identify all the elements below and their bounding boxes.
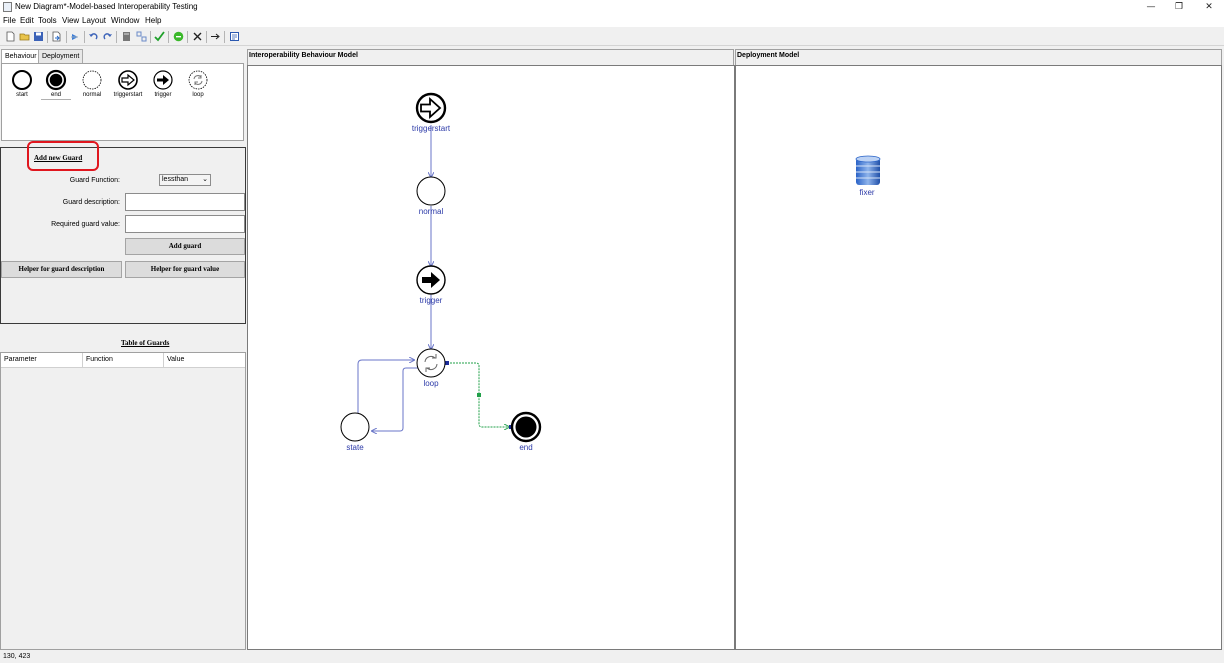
table-of-guards-title: Table of Guards <box>121 339 170 347</box>
add-guard-button[interactable]: Add guard <box>125 238 245 255</box>
guards-table[interactable]: Parameter Function Value <box>0 352 246 650</box>
toolbar <box>0 28 1224 46</box>
edge-loop-state[interactable] <box>372 367 418 431</box>
maximize-button[interactable]: ❐ <box>1164 0 1194 14</box>
behaviour-model-title: Interoperability Behaviour Model <box>249 52 358 59</box>
delete-icon[interactable] <box>192 31 203 42</box>
node-label-end: end <box>519 443 533 452</box>
deployment-model-canvas[interactable]: fixer <box>735 65 1222 650</box>
node-label-normal: normal <box>418 207 444 216</box>
column-parameter[interactable]: Parameter <box>1 353 83 368</box>
arrow-tool-icon[interactable] <box>70 31 81 42</box>
palette-label: trigger <box>154 92 172 98</box>
edge-handle[interactable] <box>445 361 449 365</box>
export-icon[interactable] <box>51 31 62 42</box>
behaviour-model-canvas[interactable]: triggerstart normal trigger loop state e… <box>247 65 735 650</box>
guard-form: Add new Guard Guard Function: lessthan ⌄… <box>0 141 246 324</box>
node-label-state: state <box>346 443 364 452</box>
guard-function-select[interactable]: lessthan ⌄ <box>159 174 211 186</box>
menu-bar: File Edit Tools View Layout Window Help <box>0 14 1224 27</box>
palette-item-loop[interactable]: loop <box>183 68 213 100</box>
table-header: Parameter Function Value <box>1 353 245 368</box>
palette-label: start <box>16 92 28 98</box>
palette-item-start[interactable]: start <box>7 68 37 100</box>
report-icon[interactable] <box>229 31 240 42</box>
undo-icon[interactable] <box>88 31 99 42</box>
add-new-guard-heading: Add new Guard <box>34 154 83 162</box>
node-normal[interactable] <box>416 176 446 206</box>
run-icon[interactable] <box>173 31 184 42</box>
node-triggerstart[interactable] <box>415 92 447 124</box>
palette-label: end <box>50 92 61 98</box>
deployment-model-header: Deployment Model <box>735 49 1222 65</box>
window-title: New Diagram*-Model-based Interoperabilit… <box>15 2 198 11</box>
step-arrow-icon[interactable] <box>210 31 221 42</box>
node-loop[interactable] <box>416 348 446 378</box>
required-guard-value-input[interactable] <box>125 215 245 233</box>
menu-edit[interactable]: Edit <box>20 16 34 25</box>
node-palette: start end normal triggerstart trigger lo… <box>1 63 244 141</box>
save-icon[interactable] <box>33 31 44 42</box>
app-icon <box>3 2 12 12</box>
new-file-icon[interactable] <box>5 31 16 42</box>
column-value[interactable]: Value <box>164 353 245 368</box>
validate-check-icon[interactable] <box>154 31 165 42</box>
menu-layout[interactable]: Layout <box>82 16 106 25</box>
normal-circle-icon <box>82 70 102 90</box>
cursor-coordinates: 130, 423 <box>3 653 31 660</box>
helper-guard-value-button[interactable]: Helper for guard value <box>125 261 245 278</box>
trigger-icon <box>153 70 173 90</box>
deployment-model-title: Deployment Model <box>737 52 800 59</box>
layout-icon[interactable] <box>136 31 147 42</box>
behaviour-diagram[interactable] <box>248 66 734 649</box>
triggerstart-icon <box>118 70 138 90</box>
palette-label: triggerstart <box>113 92 143 98</box>
menu-window[interactable]: Window <box>111 16 139 25</box>
chevron-down-icon: ⌄ <box>202 176 208 183</box>
tab-deployment[interactable]: Deployment <box>38 49 84 63</box>
loop-icon <box>188 70 208 90</box>
minimize-button[interactable]: — <box>1136 0 1166 14</box>
close-window-button[interactable]: ✕ <box>1194 0 1224 14</box>
helper-guard-description-button[interactable]: Helper for guard description <box>1 261 122 278</box>
open-folder-icon[interactable] <box>19 31 30 42</box>
tab-behaviour[interactable]: Behaviour <box>1 49 41 64</box>
menu-tools[interactable]: Tools <box>38 16 57 25</box>
palette-item-normal[interactable]: normal <box>77 68 107 100</box>
guard-function-value: lessthan <box>162 176 189 183</box>
node-state[interactable] <box>340 412 370 442</box>
node-label-loop: loop <box>423 379 439 388</box>
menu-view[interactable]: View <box>62 16 79 25</box>
database-icon[interactable] <box>121 31 132 42</box>
end-circle-icon <box>45 69 67 91</box>
guard-function-label: Guard Function: <box>69 177 120 184</box>
node-end[interactable] <box>510 411 542 443</box>
menu-file[interactable]: File <box>3 16 16 25</box>
guard-description-label: Guard description: <box>62 199 120 206</box>
edge-handle[interactable] <box>477 393 481 397</box>
required-guard-value-label: Required guard value: <box>51 221 120 228</box>
palette-item-end[interactable]: end <box>41 68 71 100</box>
palette-tabs: Behaviour Deployment <box>0 49 246 64</box>
title-bar: New Diagram*-Model-based Interoperabilit… <box>0 0 1224 14</box>
node-label-trigger: trigger <box>419 296 443 305</box>
column-function[interactable]: Function <box>83 353 164 368</box>
menu-help[interactable]: Help <box>145 16 161 25</box>
behaviour-model-header: Interoperability Behaviour Model <box>247 49 734 65</box>
redo-icon[interactable] <box>102 31 113 42</box>
palette-item-trigger[interactable]: trigger <box>148 68 178 100</box>
start-circle-icon <box>12 70 32 90</box>
palette-label: loop <box>192 92 204 98</box>
node-label-triggerstart: triggerstart <box>411 124 451 133</box>
palette-label: normal <box>82 92 102 98</box>
status-bar: 130, 423 <box>0 651 1224 663</box>
palette-item-triggerstart[interactable]: triggerstart <box>111 68 145 100</box>
server-database-icon[interactable] <box>853 155 883 187</box>
guard-description-input[interactable] <box>125 193 245 211</box>
node-label-fixer: fixer <box>859 188 875 197</box>
node-trigger[interactable] <box>416 265 446 295</box>
